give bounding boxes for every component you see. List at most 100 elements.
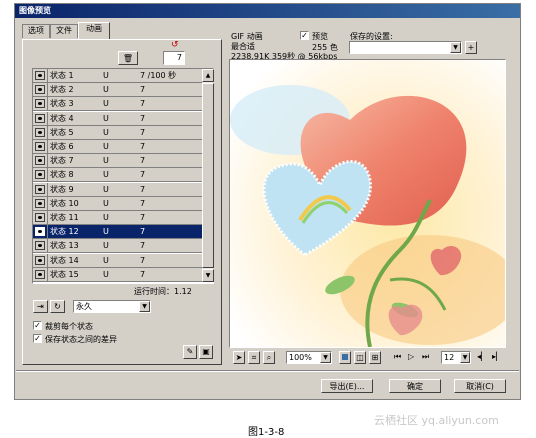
frame-name: 状态 9 xyxy=(50,184,74,194)
eye-icon[interactable] xyxy=(35,170,45,180)
frame-disposal: U xyxy=(103,227,109,237)
frame-row[interactable]: 状态 13 U 7 xyxy=(33,239,203,254)
zoom-select[interactable]: 100% ▼ xyxy=(286,351,332,364)
crop-each-frame-checkbox[interactable]: ✓ xyxy=(33,321,42,330)
eye-icon[interactable] xyxy=(35,127,45,137)
column-divider xyxy=(47,225,48,240)
frame-name: 状态 13 xyxy=(50,241,79,251)
loop-select-value: 永久 xyxy=(76,302,92,311)
quad-view-button[interactable]: ⊞ xyxy=(369,351,381,364)
runtime-label: 运行时间：1.12 xyxy=(134,287,192,296)
frame-list-scrollbar[interactable]: ▲ ▼ xyxy=(202,69,214,282)
figure-caption: 图1-3-8 xyxy=(248,427,285,438)
frame-delay: 7 /100 秒 xyxy=(140,71,177,80)
frame-row[interactable]: 状态 1 U 7 /100 秒 xyxy=(33,69,203,83)
frame-disposal: U xyxy=(103,113,109,123)
eye-icon[interactable] xyxy=(35,241,45,251)
frame-name: 状态 12 xyxy=(50,227,79,237)
export-button[interactable]: 导出(E)... xyxy=(321,379,373,393)
arrow-right-bar-icon: ⇥ xyxy=(37,302,44,311)
frame-delay: 7 xyxy=(140,156,146,166)
eye-icon[interactable] xyxy=(35,113,45,123)
eye-icon[interactable] xyxy=(35,227,45,237)
scroll-up-button[interactable]: ▲ xyxy=(202,69,214,82)
frame-row[interactable]: 状态 4 U 7 xyxy=(33,111,203,126)
add-setting-button[interactable]: + xyxy=(465,41,477,54)
tab-options[interactable]: 选项 xyxy=(22,24,50,38)
rotate-icon[interactable]: ↺ xyxy=(171,40,181,50)
frame-row[interactable]: 状态 8 U 7 xyxy=(33,168,203,183)
frame-row[interactable]: 状态 5 U 7 xyxy=(33,125,203,140)
tab-animation[interactable]: 动画 xyxy=(78,22,110,39)
eye-icon[interactable] xyxy=(35,71,45,80)
frame-select[interactable]: 12 ▼ xyxy=(441,351,471,364)
last-frame-icon[interactable]: ⏭ xyxy=(422,352,429,362)
column-divider xyxy=(47,239,48,254)
loop-button[interactable]: ↻ xyxy=(50,300,65,313)
frame-row[interactable]: 状态 14 U 7 xyxy=(33,253,203,268)
eye-icon[interactable] xyxy=(35,213,45,222)
frame-row[interactable]: 状态 3 U 7 xyxy=(33,97,203,112)
eye-icon[interactable] xyxy=(35,85,45,95)
preview-checkbox[interactable]: ✓ xyxy=(300,31,309,40)
frame-delay: 7 xyxy=(140,85,146,95)
frame-name: 状态 3 xyxy=(50,99,74,109)
first-frame-icon[interactable]: ⏮ xyxy=(394,352,401,362)
single-pane-icon xyxy=(342,354,348,360)
frame-list[interactable]: 状态 1U7 /100 秒状态 2 U 7 状态 3 U 7 状态 4 U 7 状态 5 U 7 状态 … xyxy=(32,68,214,284)
frame-row[interactable]: 状态 15 U 7 xyxy=(33,267,203,282)
saved-settings-select[interactable]: ▼ xyxy=(349,41,462,54)
eye-icon[interactable] xyxy=(35,99,45,109)
chevron-down-icon: ▼ xyxy=(460,352,470,363)
wand-button[interactable]: ✎ xyxy=(183,345,197,359)
eye-icon[interactable] xyxy=(35,142,45,151)
loop-select[interactable]: 永久 ▼ xyxy=(73,300,151,313)
frame-row[interactable]: 状态 9 U 7 xyxy=(33,182,203,197)
play-icon[interactable]: ▷ xyxy=(408,352,414,361)
column-divider xyxy=(47,111,48,126)
frame-disposal: U xyxy=(103,213,109,222)
frame-number-field[interactable]: 7 xyxy=(163,51,185,65)
frame-row[interactable]: 状态 10 U 7 xyxy=(33,196,203,211)
frame-row[interactable]: 状态 7 U 7 xyxy=(33,154,203,169)
prev-frame-icon[interactable]: ◂▏ xyxy=(477,352,487,361)
eye-icon[interactable] xyxy=(35,156,45,166)
pointer-tool-button[interactable]: ➤ xyxy=(233,351,245,364)
frame-number-value: 7 xyxy=(176,53,182,62)
eye-icon[interactable] xyxy=(35,269,45,279)
frame-delay: 7 xyxy=(140,227,146,237)
scroll-down-button[interactable]: ▼ xyxy=(202,269,214,282)
single-view-button[interactable] xyxy=(339,351,351,364)
ok-button[interactable]: 确定 xyxy=(389,379,441,393)
frame-name: 状态 1 xyxy=(50,71,74,80)
plus-icon: + xyxy=(467,43,475,52)
eye-icon[interactable] xyxy=(35,184,45,194)
tab-animation-label: 动画 xyxy=(86,24,102,33)
scroll-thumb[interactable] xyxy=(202,83,214,268)
frame-disposal: U xyxy=(103,99,109,109)
preview-image xyxy=(230,60,505,347)
next-frame-icon[interactable]: ▸▏ xyxy=(492,352,502,361)
frame-row[interactable]: 状态 6 U 7 xyxy=(33,140,203,154)
frame-row[interactable]: 状态 11 U 7 xyxy=(33,211,203,225)
zoom-tool-button[interactable]: ⌕ xyxy=(263,351,275,364)
tab-options-label: 选项 xyxy=(28,26,44,35)
column-divider xyxy=(47,211,48,225)
loop-start-button[interactable]: ⇥ xyxy=(33,300,48,313)
frame-row[interactable]: 状态 2 U 7 xyxy=(33,83,203,98)
save-diff-checkbox[interactable]: ✓ xyxy=(33,334,42,343)
zoom-value: 100% xyxy=(289,353,312,362)
cancel-button[interactable]: 取消(C) xyxy=(454,379,506,393)
tab-file[interactable]: 文件 xyxy=(50,24,78,38)
column-divider xyxy=(47,168,48,183)
frame-name: 状态 8 xyxy=(50,170,74,180)
delete-frame-button[interactable]: 🗑 xyxy=(118,51,138,65)
eye-icon[interactable] xyxy=(35,198,45,208)
frame-disposal: U xyxy=(103,184,109,194)
split-view-button[interactable]: ◫ xyxy=(354,351,366,364)
crop-tool-button[interactable]: ⌗ xyxy=(248,351,260,364)
eye-icon[interactable] xyxy=(35,255,45,265)
frame-tool-button[interactable]: ▣ xyxy=(199,345,213,359)
frame-row[interactable]: 状态 12 U 7 xyxy=(33,225,203,240)
frame-name: 状态 2 xyxy=(50,85,74,95)
